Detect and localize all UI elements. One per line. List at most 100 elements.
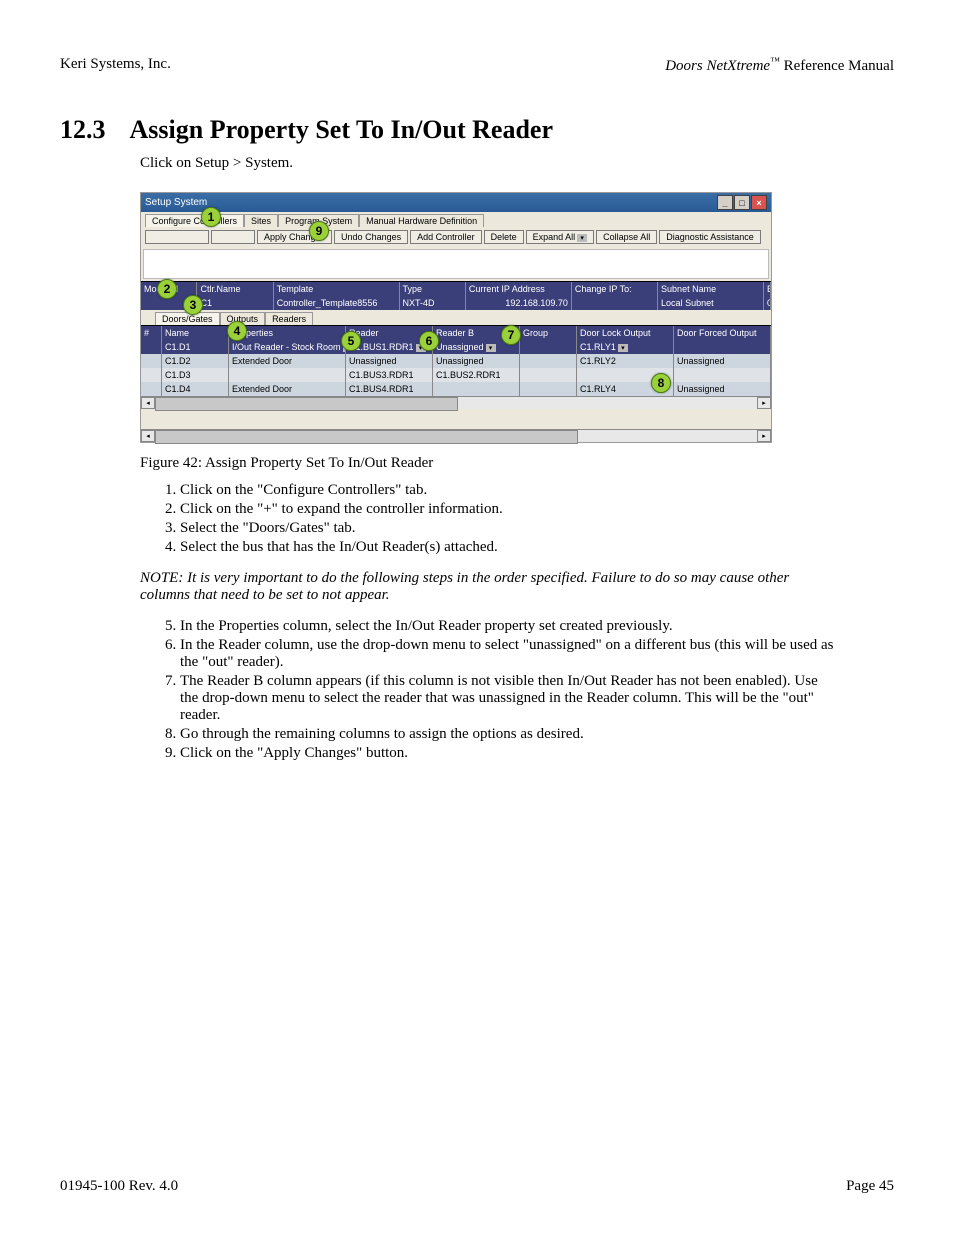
step-3: Select the "Doors/Gates" tab.: [180, 520, 834, 537]
close-button[interactable]: ×: [751, 195, 767, 210]
bus-cell-num: [141, 382, 162, 396]
h-scrollbar[interactable]: ◂ ▸: [141, 396, 771, 409]
col-en[interactable]: En: [764, 282, 771, 296]
col-lock[interactable]: Door Lock Output: [577, 326, 674, 340]
outer-h-scrollbar[interactable]: ◂ ▸: [141, 429, 771, 442]
bus-cell-props[interactable]: I/Out Reader - Stock Room▾: [229, 340, 346, 354]
col-hash[interactable]: #: [141, 326, 162, 340]
bus-cell-num: [141, 368, 162, 382]
chevron-down-icon[interactable]: ▾: [486, 344, 496, 352]
bus-cell-forced: [674, 340, 771, 354]
bus-cell-group[interactable]: [520, 368, 577, 382]
outer-scroll-right-icon[interactable]: ▸: [757, 430, 771, 442]
callout-4: 4: [227, 321, 247, 341]
tab-configure-controllers[interactable]: Configure Controllers: [145, 214, 244, 227]
page-header: Keri Systems, Inc. Doors NetXtreme™ Refe…: [60, 56, 894, 75]
step-8: Go through the remaining columns to assi…: [180, 726, 834, 743]
scroll-right-icon[interactable]: ▸: [757, 397, 771, 409]
col-group[interactable]: Group: [520, 326, 577, 340]
step-5: In the Properties column, select the In/…: [180, 618, 834, 635]
bus-cell-forced: Unassigned: [674, 382, 771, 396]
bus-cell-forced: [674, 368, 771, 382]
cell-ctlrname: C1: [197, 296, 273, 310]
undo-changes-button[interactable]: Undo Changes: [334, 230, 408, 244]
section-number: 12.3: [60, 115, 106, 145]
col-change-ip[interactable]: Change IP To:: [572, 282, 658, 296]
controller-grid-header: Modified Ctlr.Name Template Type Current…: [141, 281, 771, 296]
bus-cell-readerb[interactable]: [433, 382, 520, 396]
bus-cell-reader[interactable]: C1.BUS4.RDR1: [346, 382, 433, 396]
bus-cell-props[interactable]: Extended Door: [229, 354, 346, 368]
col-forced[interactable]: Door Forced Output: [674, 326, 771, 340]
bus-cell-name: C1.D4: [162, 382, 229, 396]
bus-cell-props[interactable]: Extended Door: [229, 382, 346, 396]
minimize-button[interactable]: _: [717, 195, 733, 210]
figure-caption: Figure 42: Assign Property Set To In/Out…: [140, 455, 894, 472]
col-subnet[interactable]: Subnet Name: [658, 282, 764, 296]
collapse-all-button[interactable]: Collapse All: [596, 230, 657, 244]
callout-9: 9: [309, 221, 329, 241]
bus-row[interactable]: C1.D1I/Out Reader - Stock Room▾C1.BUS1.R…: [141, 340, 771, 354]
cell-template: Controller_Template8556: [274, 296, 400, 310]
step-2: Click on the "+" to expand the controlle…: [180, 501, 834, 518]
window-titlebar[interactable]: Setup System _ □ ×: [141, 193, 771, 212]
bus-cell-num: [141, 354, 162, 368]
outer-scroll-thumb[interactable]: [155, 430, 578, 444]
callout-6: 6: [419, 331, 439, 351]
note-text: NOTE: It is very important to do the fol…: [140, 570, 834, 604]
section-intro: Click on Setup > System.: [140, 155, 894, 172]
bus-cell-group[interactable]: [520, 382, 577, 396]
bus-cell-readerb[interactable]: C1.BUS2.RDR1: [433, 368, 520, 382]
callout-3: 3: [183, 295, 203, 315]
toolbar: Apply Changes Undo Changes Add Controlle…: [141, 227, 771, 247]
col-ctlrname[interactable]: Ctlr.Name: [197, 282, 273, 296]
bus-cell-name: C1.D2: [162, 354, 229, 368]
outer-scroll-left-icon[interactable]: ◂: [141, 430, 155, 442]
add-controller-button[interactable]: Add Controller: [410, 230, 482, 244]
header-suffix: Reference Manual: [780, 58, 894, 74]
bus-cell-group[interactable]: [520, 354, 577, 368]
bus-cell-reader[interactable]: Unassigned: [346, 354, 433, 368]
bus-cell-lock[interactable]: C1.RLY2: [577, 354, 674, 368]
bus-cell-readerb[interactable]: Unassigned: [433, 354, 520, 368]
col-name[interactable]: Name: [162, 326, 229, 340]
callout-7: 7: [501, 325, 521, 345]
bus-cell-lock[interactable]: C1.RLY1▾: [577, 340, 674, 354]
expand-all-button[interactable]: Expand All▾: [526, 230, 595, 244]
section-title-text: Assign Property Set To In/Out Reader: [130, 115, 554, 145]
callout-5: 5: [341, 331, 361, 351]
chevron-down-icon[interactable]: ▾: [577, 234, 587, 242]
col-current-ip[interactable]: Current IP Address: [466, 282, 572, 296]
tab-manual-hw[interactable]: Manual Hardware Definition: [359, 214, 484, 227]
bus-cell-num: [141, 340, 162, 354]
section-heading: 12.3 Assign Property Set To In/Out Reade…: [60, 115, 894, 145]
maximize-button[interactable]: □: [734, 195, 750, 210]
diagnostic-button[interactable]: Diagnostic Assistance: [659, 230, 761, 244]
bus-cell-forced: Unassigned: [674, 354, 771, 368]
header-left: Keri Systems, Inc.: [60, 56, 171, 75]
bus-row[interactable]: C1.D3C1.BUS3.RDR1C1.BUS2.RDR1: [141, 368, 771, 382]
bus-cell-reader[interactable]: C1.BUS3.RDR1: [346, 368, 433, 382]
bus-cell-props[interactable]: [229, 368, 346, 382]
step-6: In the Reader column, use the drop-down …: [180, 637, 834, 671]
col-type[interactable]: Type: [400, 282, 466, 296]
bus-cell-name: C1.D1: [162, 340, 229, 354]
scroll-left-icon[interactable]: ◂: [141, 397, 155, 409]
bus-row[interactable]: C1.D4Extended DoorC1.BUS4.RDR1C1.RLY4Una…: [141, 382, 771, 396]
tab-readers[interactable]: Readers: [265, 312, 313, 325]
bus-row[interactable]: C1.D2Extended DoorUnassignedUnassignedC1…: [141, 354, 771, 368]
scroll-thumb[interactable]: [155, 397, 458, 411]
callout-1: 1: [201, 207, 221, 227]
tab-doors-gates[interactable]: Doors/Gates: [155, 312, 220, 325]
col-template[interactable]: Template: [274, 282, 400, 296]
tab-sites[interactable]: Sites: [244, 214, 278, 227]
toolbar-btn-1[interactable]: [145, 230, 209, 244]
bus-cell-group[interactable]: [520, 340, 577, 354]
step-9: Click on the "Apply Changes" button.: [180, 745, 834, 762]
footer-right: Page 45: [846, 1178, 894, 1195]
controller-row[interactable]: C1 Controller_Template8556 NXT-4D 192.16…: [141, 296, 771, 310]
chevron-down-icon[interactable]: ▾: [618, 344, 628, 352]
cell-change-ip: [572, 296, 658, 310]
toolbar-btn-2[interactable]: [211, 230, 255, 244]
delete-button[interactable]: Delete: [484, 230, 524, 244]
